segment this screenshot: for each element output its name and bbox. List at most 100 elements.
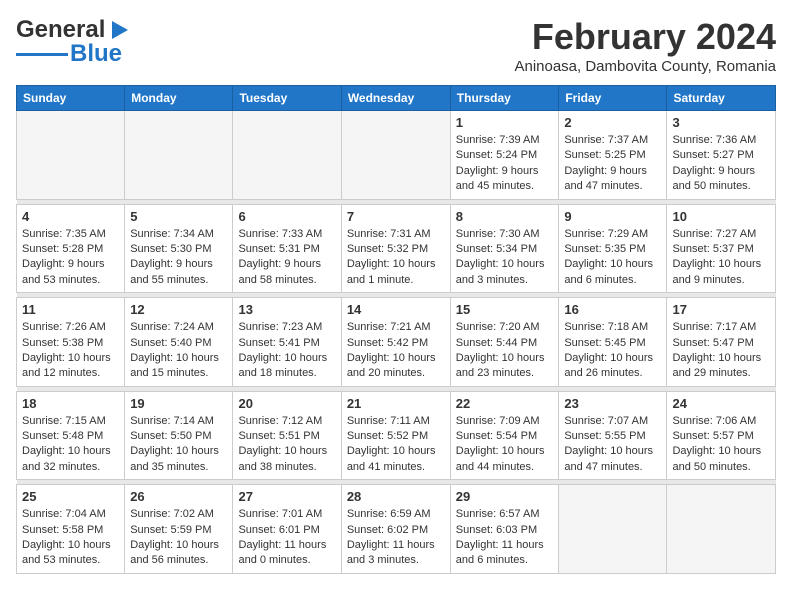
calendar-day-cell: 22 Sunrise: 7:09 AM Sunset: 5:54 PM Dayli…: [450, 391, 559, 480]
calendar-day-header: Thursday: [450, 86, 559, 111]
day-number: 7: [347, 209, 445, 224]
day-number: 20: [238, 396, 335, 411]
day-number: 22: [456, 396, 554, 411]
logo-blue: Blue: [70, 40, 122, 68]
day-info: Sunrise: 7:26 AM Sunset: 5:38 PM Dayligh…: [22, 320, 119, 382]
calendar-day-cell: 3 Sunrise: 7:36 AM Sunset: 5:27 PM Daylig…: [667, 111, 776, 200]
day-number: 13: [238, 302, 335, 317]
day-number: 26: [130, 489, 227, 504]
day-info: Sunrise: 7:30 AM Sunset: 5:34 PM Dayligh…: [456, 227, 554, 289]
day-info: Sunrise: 7:29 AM Sunset: 5:35 PM Dayligh…: [564, 227, 661, 289]
day-info: Sunrise: 7:02 AM Sunset: 5:59 PM Dayligh…: [130, 507, 227, 569]
calendar-day-cell: 2 Sunrise: 7:37 AM Sunset: 5:25 PM Daylig…: [559, 111, 667, 200]
day-info: Sunrise: 6:57 AM Sunset: 6:03 PM Dayligh…: [456, 507, 554, 569]
day-number: 18: [22, 396, 119, 411]
day-number: 23: [564, 396, 661, 411]
day-number: 11: [22, 302, 119, 317]
calendar-table: SundayMondayTuesdayWednesdayThursdayFrid…: [16, 85, 776, 574]
day-number: 2: [564, 115, 661, 130]
calendar-day-cell: 7Sunrise: 7:31 AM Sunset: 5:32 PM Daylig…: [341, 204, 450, 293]
calendar-day-cell: 27Sunrise: 7:01 AM Sunset: 6:01 PM Dayli…: [233, 485, 341, 574]
calendar-day-cell: [125, 111, 233, 200]
day-info: Sunrise: 7:15 AM Sunset: 5:48 PM Dayligh…: [22, 414, 119, 476]
day-info: Sunrise: 7:23 AM Sunset: 5:41 PM Dayligh…: [238, 320, 335, 382]
calendar-day-header: Sunday: [17, 86, 125, 111]
calendar-day-cell: 10 Sunrise: 7:27 AM Sunset: 5:37 PM Dayli…: [667, 204, 776, 293]
calendar-day-cell: 12 Sunrise: 7:24 AM Sunset: 5:40 PM Dayli…: [125, 298, 233, 387]
day-info: Sunrise: 7:36 AM Sunset: 5:27 PM Dayligh…: [672, 133, 770, 195]
calendar-day-cell: 9 Sunrise: 7:29 AM Sunset: 5:35 PM Daylig…: [559, 204, 667, 293]
calendar-day-cell: [17, 111, 125, 200]
calendar-day-cell: 23 Sunrise: 7:07 AM Sunset: 5:55 PM Dayli…: [559, 391, 667, 480]
day-info: Sunrise: 7:27 AM Sunset: 5:37 PM Dayligh…: [672, 227, 770, 289]
calendar-day-cell: 6Sunrise: 7:33 AM Sunset: 5:31 PM Daylig…: [233, 204, 341, 293]
calendar-day-cell: 11 Sunrise: 7:26 AM Sunset: 5:38 PM Dayli…: [17, 298, 125, 387]
day-number: 4: [22, 209, 119, 224]
day-info: Sunrise: 7:37 AM Sunset: 5:25 PM Dayligh…: [564, 133, 661, 195]
day-info: Sunrise: 7:24 AM Sunset: 5:40 PM Dayligh…: [130, 320, 227, 382]
calendar-day-cell: 26 Sunrise: 7:02 AM Sunset: 5:59 PM Dayli…: [125, 485, 233, 574]
day-info: Sunrise: 6:59 AM Sunset: 6:02 PM Dayligh…: [347, 507, 445, 569]
day-number: 10: [672, 209, 770, 224]
calendar-day-header: Wednesday: [341, 86, 450, 111]
calendar-day-cell: 19Sunrise: 7:14 AM Sunset: 5:50 PM Dayli…: [125, 391, 233, 480]
day-info: Sunrise: 7:39 AM Sunset: 5:24 PM Dayligh…: [456, 133, 554, 195]
calendar-day-cell: 5 Sunrise: 7:34 AM Sunset: 5:30 PM Daylig…: [125, 204, 233, 293]
day-number: 12: [130, 302, 227, 317]
calendar-week-row: 18 Sunrise: 7:15 AM Sunset: 5:48 PM Dayli…: [17, 391, 776, 480]
calendar-day-cell: 21Sunrise: 7:11 AM Sunset: 5:52 PM Dayli…: [341, 391, 450, 480]
day-info: Sunrise: 7:33 AM Sunset: 5:31 PM Dayligh…: [238, 227, 335, 289]
calendar-week-row: 1 Sunrise: 7:39 AM Sunset: 5:24 PM Daylig…: [17, 111, 776, 200]
day-info: Sunrise: 7:04 AM Sunset: 5:58 PM Dayligh…: [22, 507, 119, 569]
calendar-day-cell: 20 Sunrise: 7:12 AM Sunset: 5:51 PM Dayli…: [233, 391, 341, 480]
day-number: 25: [22, 489, 119, 504]
calendar-day-cell: 29 Sunrise: 6:57 AM Sunset: 6:03 PM Dayli…: [450, 485, 559, 574]
calendar-day-cell: 13 Sunrise: 7:23 AM Sunset: 5:41 PM Dayli…: [233, 298, 341, 387]
day-number: 29: [456, 489, 554, 504]
calendar-day-cell: 17 Sunrise: 7:17 AM Sunset: 5:47 PM Dayli…: [667, 298, 776, 387]
day-number: 15: [456, 302, 554, 317]
day-number: 8: [456, 209, 554, 224]
day-number: 1: [456, 115, 554, 130]
day-info: Sunrise: 7:12 AM Sunset: 5:51 PM Dayligh…: [238, 414, 335, 476]
calendar-day-cell: 24 Sunrise: 7:06 AM Sunset: 5:57 PM Dayli…: [667, 391, 776, 480]
calendar-week-row: 4Sunrise: 7:35 AM Sunset: 5:28 PM Daylig…: [17, 204, 776, 293]
day-number: 14: [347, 302, 445, 317]
day-info: Sunrise: 7:14 AM Sunset: 5:50 PM Dayligh…: [130, 414, 227, 476]
day-number: 21: [347, 396, 445, 411]
page-title: February 2024: [514, 16, 776, 58]
day-number: 5: [130, 209, 227, 224]
calendar-day-cell: [341, 111, 450, 200]
calendar-day-cell: 28Sunrise: 6:59 AM Sunset: 6:02 PM Dayli…: [341, 485, 450, 574]
day-info: Sunrise: 7:17 AM Sunset: 5:47 PM Dayligh…: [672, 320, 770, 382]
title-block: February 2024 Aninoasa, Dambovita County…: [514, 16, 776, 75]
day-info: Sunrise: 7:07 AM Sunset: 5:55 PM Dayligh…: [564, 414, 661, 476]
day-number: 9: [564, 209, 661, 224]
calendar-week-row: 25 Sunrise: 7:04 AM Sunset: 5:58 PM Dayli…: [17, 485, 776, 574]
calendar-day-cell: 14 Sunrise: 7:21 AM Sunset: 5:42 PM Dayli…: [341, 298, 450, 387]
calendar-day-cell: [559, 485, 667, 574]
day-number: 3: [672, 115, 770, 130]
day-info: Sunrise: 7:21 AM Sunset: 5:42 PM Dayligh…: [347, 320, 445, 382]
calendar-day-cell: 16Sunrise: 7:18 AM Sunset: 5:45 PM Dayli…: [559, 298, 667, 387]
day-info: Sunrise: 7:34 AM Sunset: 5:30 PM Dayligh…: [130, 227, 227, 289]
logo-general: General: [16, 16, 105, 43]
calendar-header-row: SundayMondayTuesdayWednesdayThursdayFrid…: [17, 86, 776, 111]
calendar-day-cell: 4Sunrise: 7:35 AM Sunset: 5:28 PM Daylig…: [17, 204, 125, 293]
day-info: Sunrise: 7:06 AM Sunset: 5:57 PM Dayligh…: [672, 414, 770, 476]
page-subtitle: Aninoasa, Dambovita County, Romania: [514, 58, 776, 75]
calendar-day-cell: 18 Sunrise: 7:15 AM Sunset: 5:48 PM Dayli…: [17, 391, 125, 480]
calendar-day-cell: 25 Sunrise: 7:04 AM Sunset: 5:58 PM Dayli…: [17, 485, 125, 574]
day-info: Sunrise: 7:18 AM Sunset: 5:45 PM Dayligh…: [564, 320, 661, 382]
page-header: General Blue February 2024 Aninoasa, Dam…: [16, 16, 776, 75]
calendar-week-row: 11 Sunrise: 7:26 AM Sunset: 5:38 PM Dayli…: [17, 298, 776, 387]
day-number: 27: [238, 489, 335, 504]
day-number: 17: [672, 302, 770, 317]
calendar-day-header: Monday: [125, 86, 233, 111]
calendar-day-header: Friday: [559, 86, 667, 111]
calendar-day-cell: 15Sunrise: 7:20 AM Sunset: 5:44 PM Dayli…: [450, 298, 559, 387]
calendar-day-cell: 1 Sunrise: 7:39 AM Sunset: 5:24 PM Daylig…: [450, 111, 559, 200]
calendar-day-cell: [667, 485, 776, 574]
day-number: 24: [672, 396, 770, 411]
day-info: Sunrise: 7:09 AM Sunset: 5:54 PM Dayligh…: [456, 414, 554, 476]
